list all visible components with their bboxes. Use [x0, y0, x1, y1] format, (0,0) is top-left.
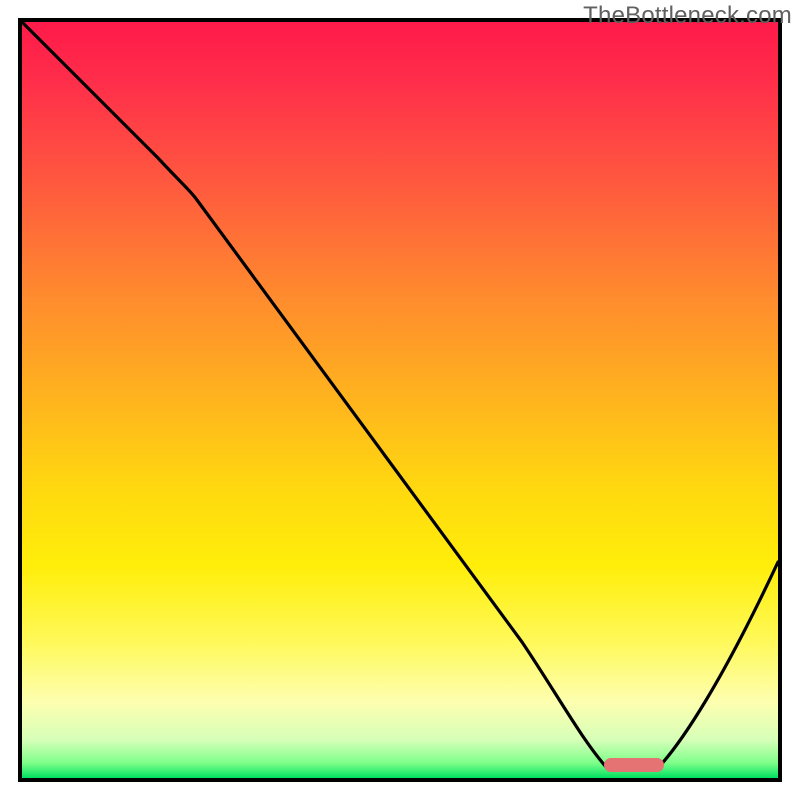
optimal-range-marker — [604, 758, 664, 772]
chart-container: TheBottleneck.com — [0, 0, 800, 800]
line-curve — [22, 22, 778, 778]
bottleneck-curve-path — [22, 22, 778, 768]
watermark-text: TheBottleneck.com — [583, 2, 792, 30]
plot-area — [18, 18, 782, 782]
